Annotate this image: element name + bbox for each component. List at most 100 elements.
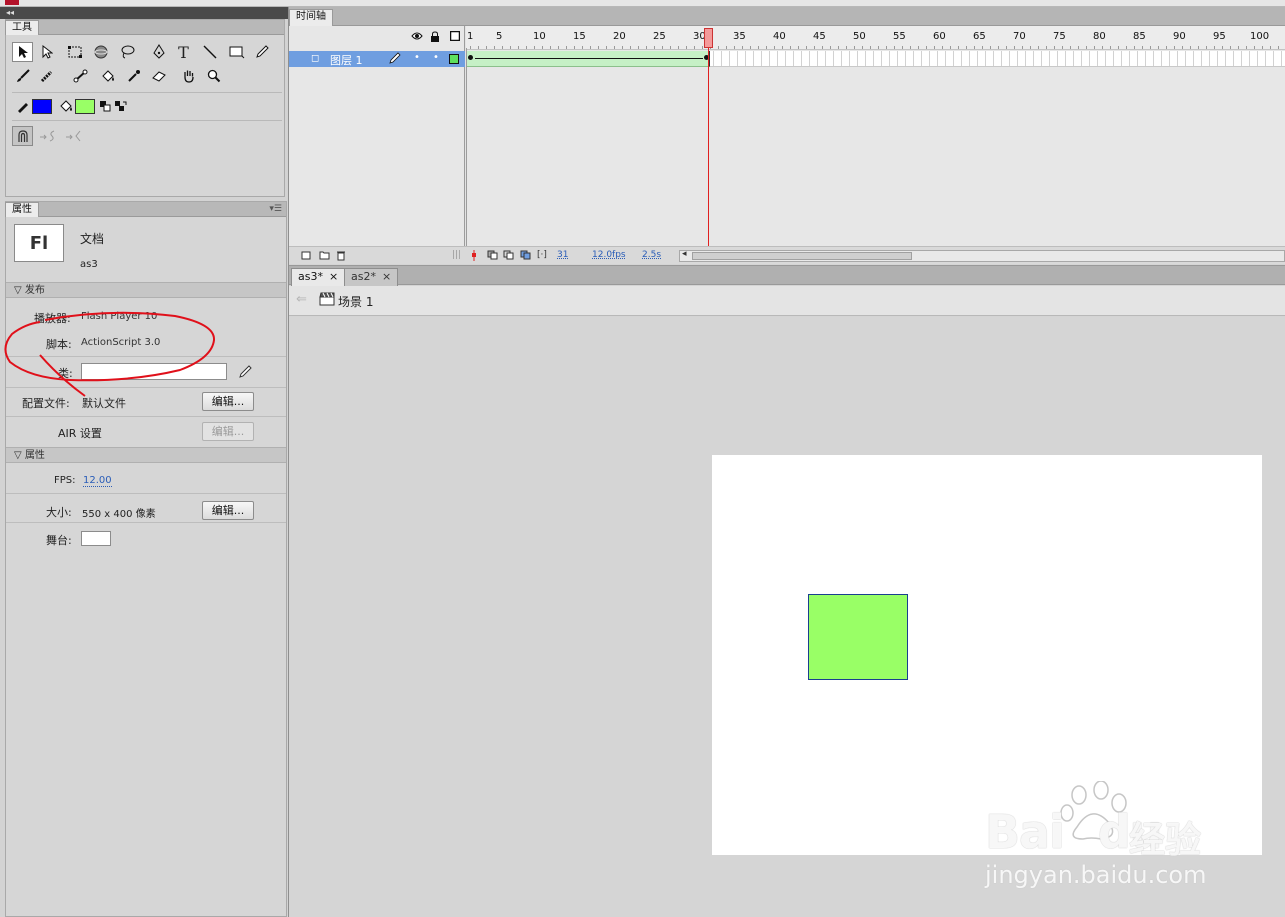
ruler-tick (542, 46, 543, 49)
stage[interactable] (712, 455, 1262, 855)
visible-dot-icon[interactable]: • (414, 52, 420, 63)
stage-color-swatch[interactable] (81, 531, 111, 546)
ruler-tick (1230, 46, 1231, 49)
onion-skin-icon[interactable] (487, 250, 498, 263)
layer-name[interactable]: 图层 1 (330, 52, 363, 68)
ruler-tick (982, 46, 983, 49)
elapsed-time-value[interactable]: 2.5s (642, 250, 661, 260)
straighten-icon[interactable] (63, 126, 84, 146)
3d-rotation-tool-icon[interactable] (90, 42, 111, 62)
ruler-number: 65 (973, 31, 986, 42)
timeline-scroll-thumb[interactable] (692, 252, 912, 260)
center-frame-icon[interactable] (471, 250, 477, 264)
selection-tool-icon[interactable] (12, 42, 33, 62)
work-area[interactable]: Bai du 经验 jingyan.baidu.com (289, 317, 1285, 917)
ruler-tick (550, 46, 551, 49)
ruler-tick (758, 46, 759, 49)
start-keyframe-icon (468, 55, 473, 60)
scene-label[interactable]: 场景 1 (338, 293, 373, 310)
delete-layer-icon[interactable] (336, 250, 346, 264)
app-logo (5, 0, 19, 5)
zoom-tool-icon[interactable] (203, 66, 224, 86)
line-tool-icon[interactable] (199, 42, 220, 62)
onion-outlines-icon[interactable] (503, 250, 514, 263)
tab-timeline[interactable]: 时间轴 (289, 9, 333, 26)
frame-ruler[interactable]: 1 5 10 15 20 25 30 35 40 45 50 55 60 65 70 75 80 85 90 95 10… (466, 26, 1285, 50)
free-transform-tool-icon[interactable] (64, 42, 85, 62)
ruler-tick (638, 46, 639, 49)
brush-tool-icon[interactable] (12, 66, 33, 86)
layer-outline-color-icon[interactable] (449, 54, 459, 64)
ruler-tick (502, 46, 503, 49)
doc-tab-as2[interactable]: as2* × (344, 268, 399, 286)
close-icon[interactable]: × (329, 270, 338, 283)
properties-section-header[interactable]: ▽ 属性 (6, 447, 286, 463)
fill-color-swatch[interactable] (75, 99, 95, 114)
ruler-tick (1070, 46, 1071, 49)
text-tool-icon[interactable]: T (173, 42, 194, 62)
ruler-tick (1238, 46, 1239, 49)
panel-collapse-handle[interactable]: ◂◂ (0, 7, 288, 19)
edit-size-button[interactable]: 编辑... (202, 501, 254, 520)
edit-air-button[interactable]: 编辑... (202, 422, 254, 441)
timeline-horizontal-scrollbar[interactable]: ◂ (679, 249, 1285, 262)
eyedropper-tool-icon[interactable] (123, 66, 144, 86)
ruler-tick (1270, 46, 1271, 49)
fps-value[interactable]: 12.00 (83, 475, 112, 487)
bone-tool-icon[interactable] (70, 66, 91, 86)
tab-properties[interactable]: 属性 (5, 202, 39, 217)
snap-to-objects-icon[interactable] (12, 126, 33, 146)
playhead-handle[interactable] (704, 28, 713, 48)
hand-tool-icon[interactable] (178, 66, 199, 86)
ruler-number: 85 (1133, 31, 1146, 42)
new-layer-icon[interactable] (301, 250, 311, 263)
green-rectangle-shape[interactable] (808, 594, 908, 680)
eye-icon[interactable] (411, 31, 423, 44)
doc-tab-as3[interactable]: as3* × (291, 268, 346, 286)
subselection-tool-icon[interactable] (36, 42, 57, 62)
scroll-left-arrow-icon[interactable]: ◂ (682, 249, 687, 259)
eraser-tool-icon[interactable] (148, 66, 169, 86)
smooth-icon[interactable] (37, 126, 58, 146)
ruler-tick (750, 46, 751, 49)
tab-tools[interactable]: 工具 (5, 20, 39, 35)
scene-clapper-icon (319, 292, 335, 309)
frame-rate-value[interactable]: 12.0fps (592, 250, 626, 260)
modify-onion-markers-icon[interactable]: [·] (537, 250, 547, 260)
ruler-tick (686, 46, 687, 49)
pencil-tool-icon[interactable] (251, 42, 272, 62)
motion-tween-span[interactable] (467, 51, 710, 67)
frames-area[interactable]: 1 5 10 15 20 25 30 35 40 45 50 55 60 65 70 75 80 85 90 95 10… (466, 26, 1285, 246)
panel-menu-icon[interactable]: ▾☰ (269, 204, 282, 214)
black-white-icon[interactable] (98, 96, 112, 116)
lock-icon[interactable] (430, 31, 440, 45)
ruler-number: 95 (1213, 31, 1226, 42)
ruler-number: 75 (1053, 31, 1066, 42)
lasso-tool-icon[interactable] (116, 42, 137, 62)
ruler-tick (1182, 46, 1183, 49)
ruler-tick (1262, 46, 1263, 49)
rectangle-tool-icon[interactable] (226, 42, 247, 62)
close-icon[interactable]: × (382, 270, 391, 283)
deco-tool-icon[interactable] (36, 66, 57, 86)
size-value: 550 x 400 像素 (82, 509, 156, 520)
publish-section-header[interactable]: ▽ 发布 (6, 282, 286, 298)
ruler-tick (486, 46, 487, 49)
new-folder-icon[interactable] (319, 250, 330, 263)
ruler-number: 1 (467, 31, 474, 42)
paint-bucket-tool-icon[interactable] (97, 66, 118, 86)
swap-colors-icon[interactable] (113, 96, 129, 116)
ruler-tick (870, 46, 871, 49)
edit-class-pencil-icon[interactable] (234, 362, 255, 382)
edit-multiple-frames-icon[interactable] (520, 250, 531, 263)
back-arrow-icon[interactable]: ⇐ (296, 292, 307, 307)
layer-row[interactable]: ◻ 图层 1 • • (289, 51, 465, 67)
current-frame-value[interactable]: 31 (557, 250, 568, 260)
ruler-tick (1014, 46, 1015, 49)
ruler-tick (566, 46, 567, 49)
lock-dot-icon[interactable]: • (433, 52, 439, 63)
outline-icon[interactable] (449, 30, 461, 44)
pen-tool-icon[interactable] (148, 42, 169, 62)
stroke-color-swatch[interactable] (32, 99, 52, 114)
tools-panel: 工具 T (5, 19, 285, 197)
